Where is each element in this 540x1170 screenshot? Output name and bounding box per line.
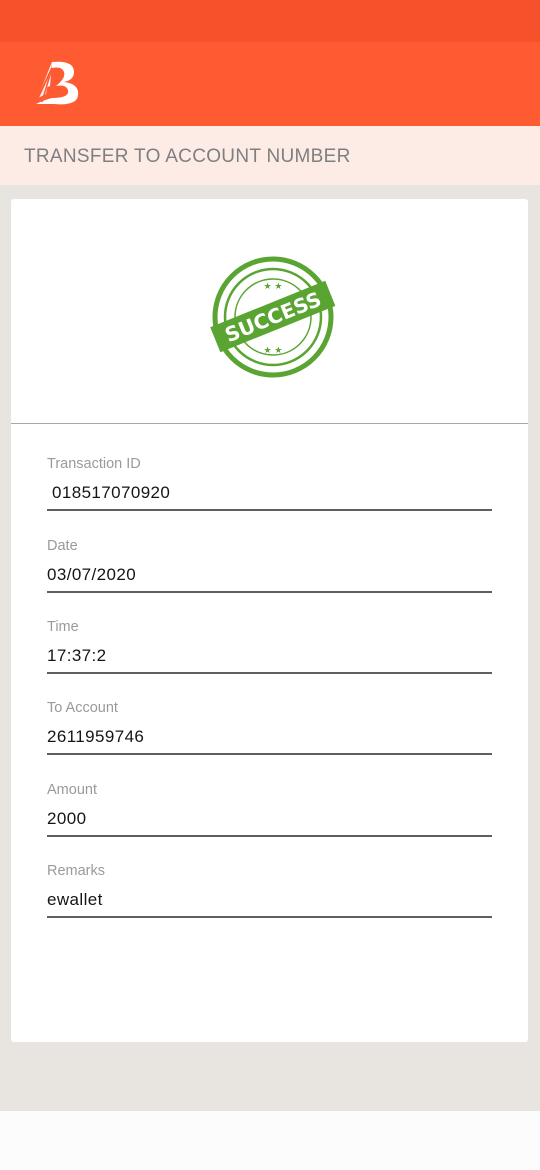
field-underline xyxy=(47,591,492,593)
remarks-value: ewallet xyxy=(47,890,103,909)
field-underline xyxy=(47,672,492,674)
amount-label: Amount xyxy=(47,782,97,798)
time-label: Time xyxy=(47,619,79,635)
bank-of-baroda-logo-icon xyxy=(35,61,79,105)
status-bar xyxy=(0,0,540,42)
success-stamp-icon: ★ ★ ★ ★ SUCCESS xyxy=(210,256,336,378)
transaction-receipt-card: ★ ★ ★ ★ SUCCESS Transaction ID 018517070… xyxy=(11,199,528,1042)
remarks-label: Remarks xyxy=(47,863,106,879)
field-underline xyxy=(47,753,492,755)
app-bar xyxy=(0,42,540,126)
card-divider xyxy=(11,423,528,424)
to-account-value: 2611959746 xyxy=(47,727,145,746)
svg-text:★ ★: ★ ★ xyxy=(264,282,283,292)
page-title: TRANSFER TO ACCOUNT NUMBER xyxy=(24,146,351,167)
amount-value: 2000 xyxy=(47,809,87,828)
page-subheader: TRANSFER TO ACCOUNT NUMBER xyxy=(0,126,540,185)
to-account-label: To Account xyxy=(47,700,118,716)
transaction-id-value: 018517070920 xyxy=(52,483,171,502)
svg-text:★ ★: ★ ★ xyxy=(264,346,283,356)
transaction-id-label: Transaction ID xyxy=(47,456,141,472)
date-label: Date xyxy=(47,538,78,554)
time-value: 17:37:2 xyxy=(47,646,107,665)
date-value: 03/07/2020 xyxy=(47,565,137,584)
bottom-navigation-area xyxy=(0,1111,540,1170)
field-underline xyxy=(47,835,492,837)
field-underline xyxy=(47,916,492,918)
field-underline xyxy=(47,509,492,511)
